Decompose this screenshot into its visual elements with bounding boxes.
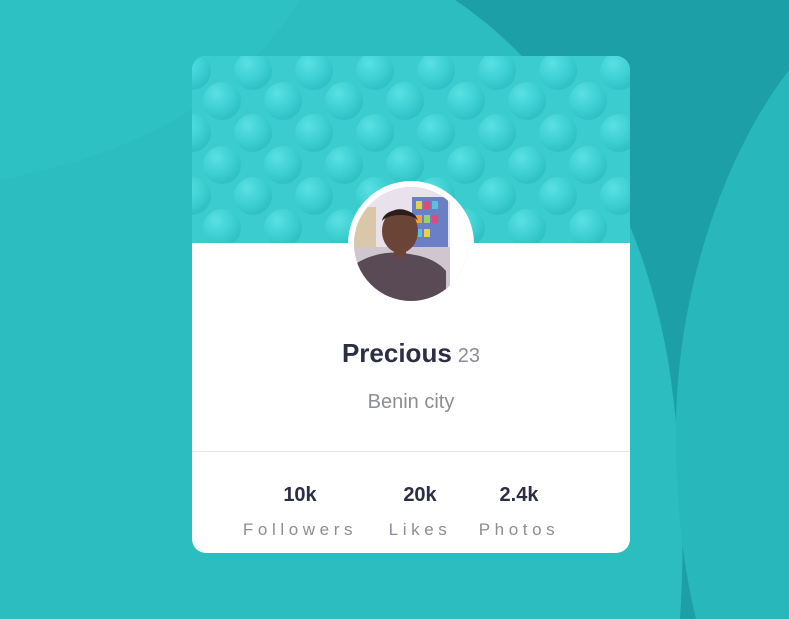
profile-name: Precious xyxy=(341,338,452,368)
profile-age: 23 xyxy=(457,345,481,367)
name-row: Precious 23 xyxy=(192,338,630,373)
stat-value: 20k xyxy=(403,484,437,506)
stat-followers: 10k Followers xyxy=(232,482,368,540)
stat-photos: 2.4k Photos xyxy=(469,482,569,540)
profile-photo-icon xyxy=(354,187,468,301)
stat-label: Photos xyxy=(478,520,560,539)
stat-label: Likes xyxy=(388,520,452,539)
stat-label: Followers xyxy=(242,520,358,539)
avatar-ring xyxy=(348,181,474,307)
stat-likes: 20k Likes xyxy=(380,482,460,540)
profile-city: Benin city xyxy=(367,391,455,413)
profile-card: Precious 23 Benin city 10k Followers 20k … xyxy=(192,56,630,553)
divider xyxy=(192,451,630,452)
avatar xyxy=(354,187,468,301)
stat-value: 10k xyxy=(283,484,317,506)
stat-value: 2.4k xyxy=(499,484,539,506)
